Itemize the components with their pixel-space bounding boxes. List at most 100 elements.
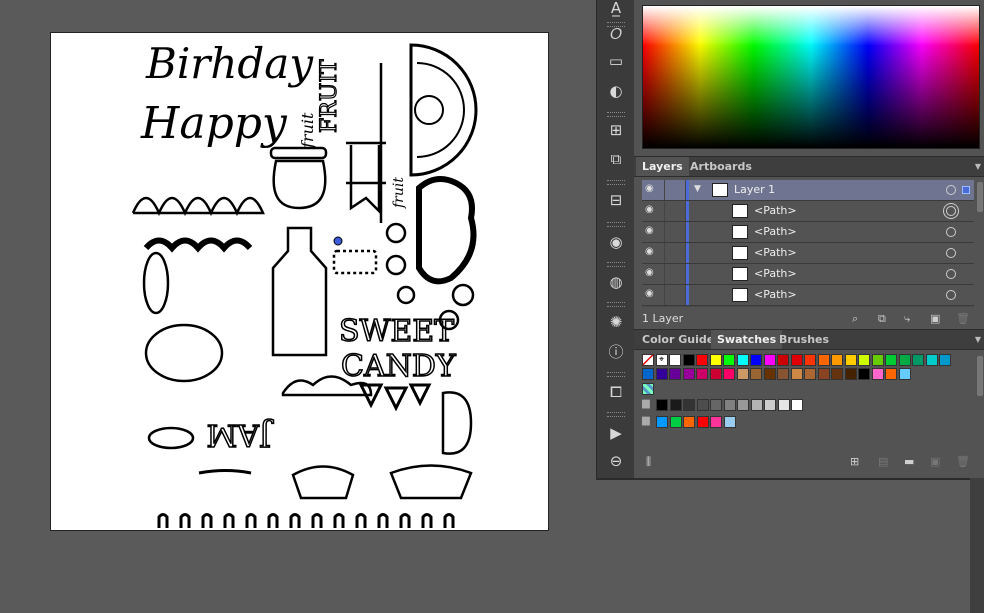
path-name[interactable]: <Path> <box>754 246 797 259</box>
swatch[interactable] <box>804 368 816 380</box>
swatch-options-icon[interactable]: ▤ <box>878 455 888 468</box>
swatch[interactable] <box>858 354 870 366</box>
swatch[interactable] <box>763 354 776 366</box>
path-name[interactable]: <Path> <box>754 288 797 301</box>
target-icon[interactable] <box>946 206 956 216</box>
layer-row[interactable]: ◉ ▼ Layer 1 <box>642 180 974 201</box>
swatch[interactable] <box>669 368 681 380</box>
swatch[interactable] <box>669 399 682 411</box>
eye-icon[interactable]: ◉ <box>645 225 659 239</box>
swatch[interactable] <box>655 368 668 380</box>
swatch[interactable] <box>885 368 897 380</box>
tab-artboards[interactable]: Artboards <box>684 157 758 176</box>
swatch[interactable] <box>898 368 911 380</box>
path-name[interactable]: <Path> <box>754 225 797 238</box>
symbols-icon[interactable]: ✺ <box>602 310 630 334</box>
target-icon[interactable] <box>946 227 956 237</box>
swatch[interactable] <box>871 354 884 366</box>
align-icon[interactable]: ⊟ <box>602 188 630 212</box>
swatch[interactable] <box>804 354 816 366</box>
swatch[interactable] <box>683 416 695 428</box>
appearance-icon[interactable]: ◉ <box>602 230 630 254</box>
swatch[interactable] <box>736 368 749 380</box>
panel-menu-icon[interactable]: ▼ <box>975 162 981 171</box>
swatch[interactable] <box>777 368 789 380</box>
target-icon[interactable] <box>946 269 956 279</box>
grip-handle[interactable] <box>607 112 625 117</box>
transform-icon[interactable]: ⊞ <box>602 118 630 142</box>
grip-handle[interactable] <box>607 302 625 307</box>
layer-name[interactable]: Layer 1 <box>734 183 775 196</box>
swatch[interactable] <box>683 399 695 411</box>
swatch[interactable] <box>790 368 803 380</box>
tab-color-guide[interactable]: Color Guide <box>636 330 720 349</box>
swatch[interactable] <box>885 354 897 366</box>
target-icon[interactable] <box>946 185 956 195</box>
locate-object-icon[interactable]: ⌕ <box>852 312 858 326</box>
path-name[interactable]: <Path> <box>754 267 797 280</box>
layers-scrollbar[interactable] <box>977 182 983 212</box>
graphic-styles-icon[interactable]: ◍ <box>602 270 630 294</box>
layers-list[interactable]: ◉ ▼ Layer 1 ◉ <Path> ◉ <Path> ◉ <Path> ◉… <box>642 180 974 307</box>
swatch[interactable] <box>912 354 924 366</box>
target-icon[interactable] <box>946 248 956 258</box>
new-color-group-icon[interactable]: ▬ <box>904 455 914 468</box>
layer-row[interactable]: ◉ <Path> <box>642 243 974 264</box>
delete-layer-icon[interactable]: 🗑 <box>956 312 970 325</box>
swatch[interactable] <box>831 368 843 380</box>
swatch[interactable] <box>790 354 803 366</box>
blend-icon[interactable]: ◐ <box>602 79 630 103</box>
pattern-swatch[interactable] <box>642 383 654 395</box>
swatch[interactable] <box>871 368 884 380</box>
disclosure-triangle-icon[interactable]: ▼ <box>694 184 701 194</box>
swatch[interactable] <box>844 354 857 366</box>
swatch[interactable] <box>669 416 682 428</box>
tab-layers[interactable]: Layers <box>636 157 689 176</box>
swatch[interactable] <box>696 354 708 366</box>
lock-toggle[interactable] <box>664 264 686 284</box>
swatch-libraries-icon[interactable]: ⫼ <box>646 455 651 469</box>
info-icon[interactable]: ⓘ <box>602 339 630 363</box>
swatch[interactable] <box>696 368 708 380</box>
swatch[interactable] <box>682 354 695 366</box>
swatch[interactable] <box>844 368 857 380</box>
lock-toggle[interactable] <box>664 285 686 305</box>
swatch[interactable] <box>750 368 762 380</box>
none-swatch[interactable] <box>642 354 654 366</box>
grip-handle[interactable] <box>607 180 625 185</box>
eye-icon[interactable]: ◉ <box>645 204 659 218</box>
swatch[interactable] <box>817 354 830 366</box>
swatch[interactable] <box>723 354 735 366</box>
swatch[interactable] <box>709 354 722 366</box>
layer-row[interactable]: ◉ <Path> <box>642 201 974 222</box>
swatch[interactable] <box>939 354 951 366</box>
swatch[interactable] <box>750 354 762 366</box>
warp-icon[interactable]: 𝑂 <box>602 22 630 46</box>
layer-row[interactable]: ◉ <Path> <box>642 222 974 243</box>
pathfinder-icon[interactable]: ⧉ <box>602 147 630 171</box>
swatch[interactable] <box>723 368 735 380</box>
links-icon[interactable]: ⊖ <box>602 449 630 473</box>
color-spectrum[interactable] <box>642 5 980 149</box>
swatch[interactable] <box>656 399 668 411</box>
target-icon[interactable] <box>946 290 956 300</box>
show-kinds-icon[interactable]: ⊞ <box>850 455 859 468</box>
lock-toggle[interactable] <box>664 180 686 200</box>
new-swatch-icon[interactable]: ▣ <box>930 455 940 468</box>
delete-swatch-icon[interactable]: 🗑 <box>956 455 970 468</box>
swatch[interactable] <box>696 416 709 428</box>
gradient-icon[interactable]: ▭ <box>602 49 630 73</box>
swatch[interactable] <box>723 416 736 428</box>
folder-icon[interactable]: ▆ <box>642 415 650 426</box>
swatch[interactable] <box>831 354 843 366</box>
new-layer-icon[interactable]: ▣ <box>930 312 940 325</box>
panel-menu-icon[interactable]: ▼ <box>975 335 981 344</box>
swatch[interactable] <box>710 416 722 428</box>
swatch[interactable] <box>656 416 668 428</box>
type-on-path-icon[interactable]: A̲ <box>602 0 630 20</box>
swatch[interactable] <box>791 399 803 411</box>
tab-brushes[interactable]: Brushes <box>773 330 835 349</box>
lock-toggle[interactable] <box>664 201 686 221</box>
swatch[interactable] <box>777 399 790 411</box>
grip-handle[interactable] <box>607 372 625 377</box>
